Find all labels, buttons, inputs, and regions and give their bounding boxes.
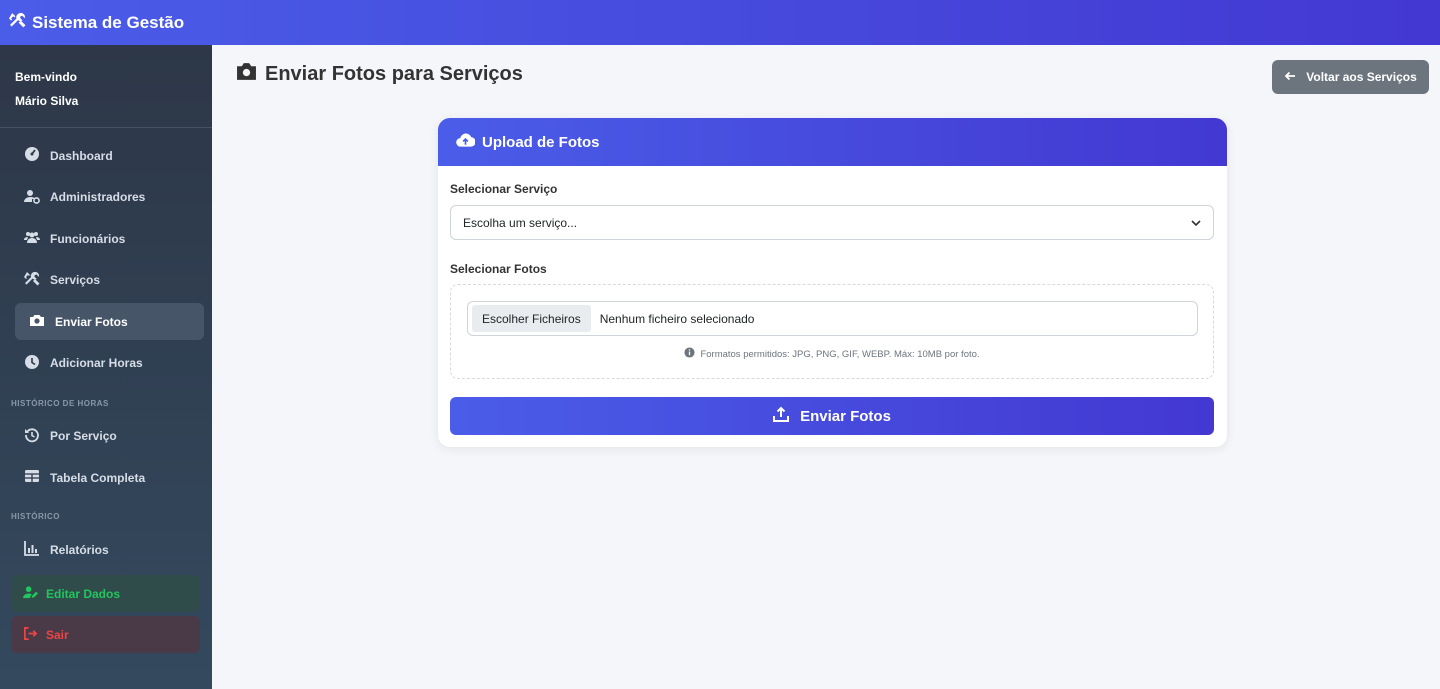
tools-icon (24, 271, 40, 290)
chart-icon (24, 540, 40, 559)
section-historico-horas: HISTÓRICO DE HORAS (11, 398, 109, 408)
submit-photos-button[interactable]: Enviar Fotos (450, 397, 1214, 435)
logout-icon (23, 626, 38, 644)
upload-icon (773, 406, 790, 426)
section-historico: HISTÓRICO (11, 512, 60, 521)
sidebar-item-funcionarios[interactable]: Funcionários (15, 220, 204, 257)
file-status-text: Nenhum ficheiro selecionado (599, 311, 755, 326)
back-button-label: Voltar aos Serviços (1306, 70, 1417, 84)
file-input[interactable]: Escolher Ficheiros Nenhum ficheiro selec… (467, 301, 1198, 336)
page-title-text: Enviar Fotos para Serviços (265, 63, 523, 85)
history-icon (24, 427, 40, 446)
sidebar-item-label: Relatórios (50, 542, 109, 557)
service-select[interactable]: Escolha um serviço... (450, 205, 1214, 240)
sidebar-item-tabela-completa[interactable]: Tabela Completa (15, 459, 204, 496)
user-edit-icon (23, 585, 38, 603)
choose-files-button[interactable]: Escolher Ficheiros (472, 305, 591, 332)
welcome-block: Bem-vindo Mário Silva (0, 45, 212, 128)
sidebar-nav-hours: Por Serviço Tabela Completa (0, 418, 212, 497)
page-title: Enviar Fotos para Serviços (236, 62, 523, 87)
photo-dropzone[interactable]: Escolher Ficheiros Nenhum ficheiro selec… (450, 284, 1214, 379)
sidebar-item-label: Enviar Fotos (55, 314, 128, 329)
file-format-hint: Formatos permitidos: JPG, PNG, GIF, WEBP… (451, 347, 1213, 361)
submit-label: Enviar Fotos (800, 407, 891, 425)
top-navbar: Sistema de Gestão (0, 0, 1440, 45)
sidebar-item-por-servico[interactable]: Por Serviço (15, 418, 204, 455)
info-icon (684, 347, 695, 361)
table-icon (24, 468, 40, 487)
sidebar-item-administradores[interactable]: Administradores (15, 179, 204, 216)
tools-icon (9, 12, 26, 34)
sidebar-item-label: Dashboard (50, 148, 113, 163)
edit-profile-label: Editar Dados (46, 586, 121, 601)
sidebar-item-label: Serviços (50, 273, 101, 287)
edit-profile-button[interactable]: Editar Dados (11, 575, 200, 612)
users-icon (24, 229, 40, 248)
sidebar-item-label: Por Serviço (50, 429, 117, 443)
sidebar-nav-history: Relatórios (0, 531, 212, 568)
user-gear-icon (24, 188, 40, 207)
sidebar-item-label: Tabela Completa (50, 470, 146, 485)
arrow-left-icon (1284, 70, 1296, 85)
card-header: Upload de Fotos (438, 118, 1227, 166)
sidebar-item-adicionar-horas[interactable]: Adicionar Horas (15, 345, 204, 382)
sidebar-item-label: Administradores (50, 190, 146, 204)
logout-label: Sair (46, 627, 69, 642)
app-title: Sistema de Gestão (32, 12, 185, 32)
hint-text: Formatos permitidos: JPG, PNG, GIF, WEBP… (700, 348, 980, 360)
sidebar-item-relatorios[interactable]: Relatórios (15, 531, 204, 568)
upload-card: Upload de Fotos Selecionar Serviço Escol… (438, 118, 1227, 447)
clock-icon (24, 354, 40, 373)
back-to-services-button[interactable]: Voltar aos Serviços (1272, 60, 1429, 94)
service-label: Selecionar Serviço (450, 182, 558, 196)
camera-icon (236, 62, 257, 87)
sidebar-item-enviar-fotos[interactable]: Enviar Fotos (15, 303, 204, 340)
photos-label: Selecionar Fotos (450, 262, 547, 276)
welcome-label: Bem-vindo (15, 70, 78, 84)
sidebar-item-label: Funcionários (50, 231, 126, 246)
user-name: Mário Silva (15, 94, 79, 108)
logout-button[interactable]: Sair (11, 616, 200, 653)
sidebar: Bem-vindo Mário Silva Dashboard Administ… (0, 45, 212, 689)
card-header-title: Upload de Fotos (482, 133, 600, 151)
service-select-value: Escolha um serviço... (463, 215, 578, 230)
gauge-icon (24, 146, 40, 165)
sidebar-item-dashboard[interactable]: Dashboard (15, 137, 204, 174)
cloud-upload-icon (456, 132, 476, 152)
sidebar-nav: Dashboard Administradores Funcionários S… (0, 137, 212, 382)
sidebar-item-servicos[interactable]: Serviços (15, 262, 204, 299)
sidebar-item-label: Adicionar Horas (50, 356, 143, 370)
brand[interactable]: Sistema de Gestão (9, 12, 184, 34)
camera-icon (29, 312, 45, 331)
